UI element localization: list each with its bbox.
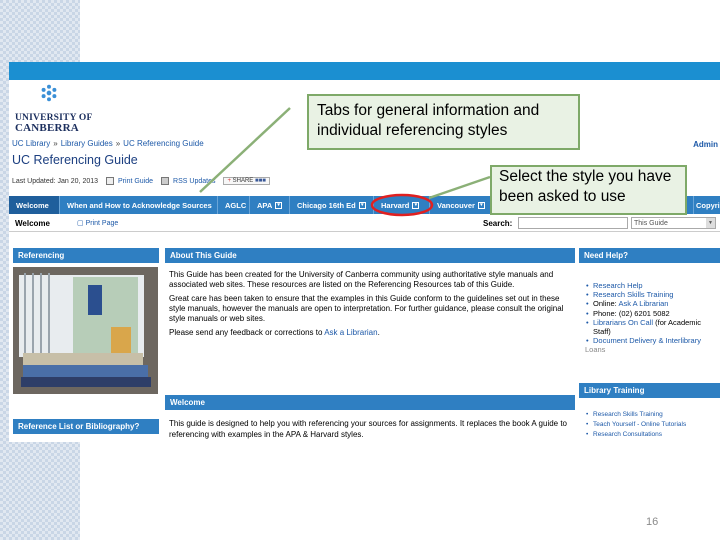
share-button[interactable]: + SHARE ■■■ bbox=[223, 177, 270, 185]
guide-meta: Last Updated: Jan 20, 2013 Print Guide R… bbox=[12, 177, 270, 185]
tabs-callout: Tabs for general information and individ… bbox=[307, 94, 580, 150]
about-paragraph-2: Great care has been taken to ensure that… bbox=[169, 294, 564, 323]
training-link-2[interactable]: Teach Yourself - Online Tutorials bbox=[585, 420, 720, 430]
welcome-text: This guide is designed to help you with … bbox=[169, 419, 568, 439]
ask-a-librarian-link[interactable]: Ask A Librarian bbox=[618, 299, 668, 308]
dropdown-icon: ▾ bbox=[477, 201, 485, 209]
reference-list-box-header: Reference List or Bibliography? bbox=[13, 419, 159, 434]
books-image bbox=[13, 267, 158, 394]
dropdown-icon: ▾ bbox=[358, 201, 366, 209]
breadcrumb: UC Library» Library Guides» UC Referencing… bbox=[12, 139, 204, 148]
tab-chicago[interactable]: Chicago 16th Ed ▾ bbox=[290, 196, 374, 214]
search-scope-select[interactable]: This Guide ▼ bbox=[631, 217, 716, 229]
dropdown-icon: ▾ bbox=[275, 201, 282, 209]
tab-copyright[interactable]: Copyri bbox=[694, 196, 720, 214]
tab-apa[interactable]: APA ▾ bbox=[250, 196, 290, 214]
printer-icon bbox=[106, 177, 115, 185]
loans-text: Loans bbox=[585, 345, 606, 355]
about-paragraph-1: This Guide has been created for the Univ… bbox=[169, 270, 554, 289]
rss-updates-link[interactable]: RSS Updates bbox=[173, 178, 215, 185]
library-training-list: Research Skills Training Teach Yourself … bbox=[585, 410, 720, 440]
university-logo[interactable]: UNIVERSITY OF CANBERRA bbox=[15, 84, 95, 134]
tab-welcome[interactable]: Welcome bbox=[9, 196, 60, 214]
logo-line2: CANBERRA bbox=[15, 122, 79, 134]
training-link-3[interactable]: Research Consultations bbox=[585, 430, 720, 440]
breadcrumb-library-guides[interactable]: Library Guides bbox=[61, 139, 113, 148]
library-training-box-header: Library Training bbox=[579, 383, 720, 398]
snowflake-logo-icon bbox=[41, 84, 57, 102]
sub-toolbar: Welcome ▢ Print Page Search: This Guide ▼ bbox=[9, 214, 720, 232]
tab-vancouver[interactable]: Vancouver ▾ bbox=[430, 196, 496, 214]
ask-librarian-link[interactable]: Ask a Librarian bbox=[324, 328, 377, 337]
admin-link[interactable]: Admin bbox=[693, 140, 718, 149]
document-delivery-link[interactable]: Document Delivery & Interlibrary bbox=[585, 336, 720, 345]
rss-icon bbox=[161, 177, 170, 185]
print-guide-link[interactable]: Print Guide bbox=[118, 178, 153, 185]
breadcrumb-uc-library[interactable]: UC Library bbox=[12, 139, 50, 148]
about-guide-text: This Guide has been created for the Univ… bbox=[169, 270, 569, 342]
librarians-on-call: Librarians On Call (for Academic Staff) bbox=[585, 318, 720, 336]
print-page-link[interactable]: ▢ Print Page bbox=[77, 219, 118, 227]
chevron-down-icon: ▼ bbox=[706, 218, 715, 228]
tab-aglc[interactable]: AGLC bbox=[218, 196, 250, 214]
training-link-1[interactable]: Research Skills Training bbox=[585, 410, 720, 420]
need-help-box-header: Need Help? bbox=[579, 248, 720, 263]
about-box-header: About This Guide bbox=[165, 248, 575, 263]
need-help-list: Research Help Research Skills Training O… bbox=[585, 281, 720, 355]
about-paragraph-3: Please send any feedback or corrections … bbox=[169, 328, 380, 337]
style-callout: Select the style you have been asked to … bbox=[490, 165, 687, 215]
research-help-link[interactable]: Research Help bbox=[585, 281, 720, 290]
dropdown-icon: ▾ bbox=[412, 201, 420, 209]
slide-number: 16 bbox=[646, 516, 659, 528]
referencing-box-header: Referencing bbox=[13, 248, 159, 263]
breadcrumb-current: UC Referencing Guide bbox=[123, 139, 204, 148]
phone-number: Phone: (02) 6201 5082 bbox=[585, 309, 720, 318]
search-input[interactable] bbox=[518, 217, 628, 229]
search-label: Search: bbox=[483, 219, 513, 228]
last-updated: Last Updated: Jan 20, 2013 bbox=[12, 177, 99, 185]
site-topbar bbox=[9, 62, 720, 80]
style-manuals-photo bbox=[13, 267, 158, 394]
welcome-box-header: Welcome bbox=[165, 395, 575, 410]
current-page-label: Welcome bbox=[15, 219, 50, 228]
research-skills-link[interactable]: Research Skills Training bbox=[585, 290, 720, 299]
page-title: UC Referencing Guide bbox=[12, 153, 138, 167]
tab-harvard[interactable]: Harvard ▾ bbox=[374, 196, 430, 214]
social-icons: ■■■ bbox=[254, 178, 266, 184]
tab-acknowledge-sources[interactable]: When and How to Acknowledge Sources bbox=[60, 196, 218, 214]
online-help: Online: Ask A Librarian bbox=[585, 299, 720, 308]
librarians-on-call-link[interactable]: Librarians On Call bbox=[593, 318, 653, 327]
